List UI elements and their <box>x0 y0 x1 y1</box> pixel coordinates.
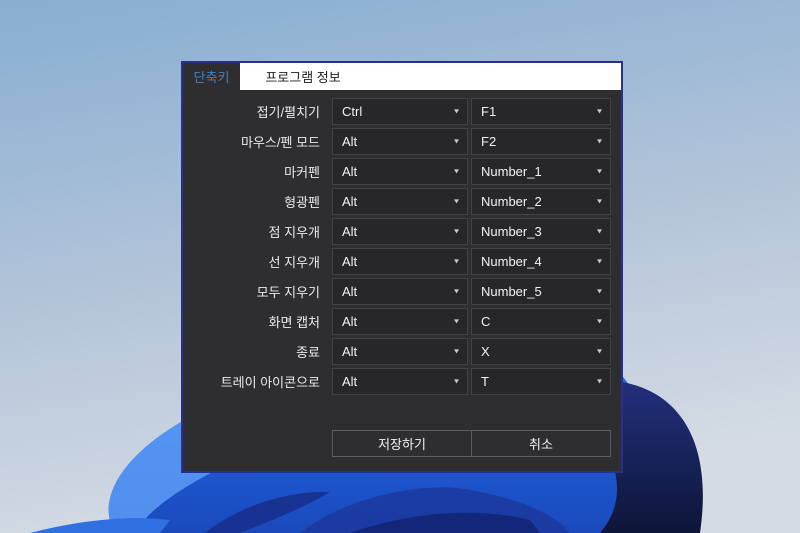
modifier-select[interactable]: Alt ▾ <box>332 368 468 395</box>
chevron-down-icon: ▾ <box>596 316 602 326</box>
key-value: Number_5 <box>481 284 542 299</box>
key-select[interactable]: Number_4 ▾ <box>471 248 611 275</box>
chevron-down-icon: ▾ <box>596 136 602 146</box>
key-select[interactable]: Number_2 ▾ <box>471 188 611 215</box>
chevron-down-icon: ▾ <box>453 316 459 326</box>
modifier-value: Alt <box>342 194 358 209</box>
desktop: 단축키 프로그램 정보 접기/펼치기 Ctrl ▾ F1 ▾ 마우스/펜 모드 … <box>0 0 800 533</box>
modifier-value: Alt <box>342 134 358 149</box>
chevron-down-icon: ▾ <box>453 136 459 146</box>
shortcut-label: 마우스/펜 모드 <box>241 135 320 150</box>
shortcut-label: 트레이 아이콘으로 <box>220 375 320 390</box>
modifier-value: Alt <box>342 374 358 389</box>
chevron-down-icon: ▾ <box>596 166 602 176</box>
key-value: F2 <box>481 134 497 149</box>
chevron-down-icon: ▾ <box>453 226 459 236</box>
shortcut-row: 모두 지우기 Alt ▾ Number_5 ▾ <box>183 278 621 305</box>
shortcut-row: 점 지우개 Alt ▾ Number_3 ▾ <box>183 218 621 245</box>
shortcut-row: 접기/펼치기 Ctrl ▾ F1 ▾ <box>183 98 621 125</box>
modifier-value: Alt <box>342 224 358 239</box>
modifier-value: Alt <box>342 284 358 299</box>
modifier-select[interactable]: Alt ▾ <box>332 338 468 365</box>
chevron-down-icon: ▾ <box>596 256 602 266</box>
modifier-select[interactable]: Alt ▾ <box>332 158 468 185</box>
modifier-select[interactable]: Ctrl ▾ <box>332 98 468 125</box>
shortcut-label: 마커펜 <box>284 165 320 180</box>
modifier-select[interactable]: Alt ▾ <box>332 218 468 245</box>
key-select[interactable]: F2 ▾ <box>471 128 611 155</box>
chevron-down-icon: ▾ <box>453 256 459 266</box>
shortcut-rows: 접기/펼치기 Ctrl ▾ F1 ▾ 마우스/펜 모드 Alt ▾ F2 ▾ 마… <box>183 90 621 457</box>
shortcut-row: 마우스/펜 모드 Alt ▾ F2 ▾ <box>183 128 621 155</box>
dialog-actions: 저장하기 취소 <box>332 430 611 457</box>
modifier-value: Ctrl <box>342 104 363 119</box>
key-value: Number_3 <box>481 224 542 239</box>
modifier-value: Alt <box>342 254 358 269</box>
modifier-value: Alt <box>342 164 358 179</box>
shortcut-row: 트레이 아이콘으로 Alt ▾ T ▾ <box>183 368 621 395</box>
key-value: Number_2 <box>481 194 542 209</box>
shortcut-label: 형광펜 <box>284 195 320 210</box>
shortcut-label: 점 지우개 <box>268 225 320 240</box>
modifier-select[interactable]: Alt ▾ <box>332 248 468 275</box>
shortcut-label: 화면 캡처 <box>268 315 320 330</box>
tab-bar: 단축키 프로그램 정보 <box>183 63 621 90</box>
shortcut-row: 형광펜 Alt ▾ Number_2 ▾ <box>183 188 621 215</box>
chevron-down-icon: ▾ <box>453 286 459 296</box>
key-value: X <box>481 344 490 359</box>
cancel-button[interactable]: 취소 <box>471 430 611 457</box>
modifier-select[interactable]: Alt ▾ <box>332 278 468 305</box>
chevron-down-icon: ▾ <box>596 106 602 116</box>
key-select[interactable]: T ▾ <box>471 368 611 395</box>
shortcut-row: 선 지우개 Alt ▾ Number_4 ▾ <box>183 248 621 275</box>
chevron-down-icon: ▾ <box>596 286 602 296</box>
shortcut-row: 마커펜 Alt ▾ Number_1 ▾ <box>183 158 621 185</box>
key-value: Number_1 <box>481 164 542 179</box>
key-select[interactable]: F1 ▾ <box>471 98 611 125</box>
modifier-value: Alt <box>342 314 358 329</box>
key-select[interactable]: Number_3 ▾ <box>471 218 611 245</box>
save-button[interactable]: 저장하기 <box>332 430 472 457</box>
modifier-select[interactable]: Alt ▾ <box>332 188 468 215</box>
shortcut-label: 종료 <box>296 345 320 360</box>
modifier-select[interactable]: Alt ▾ <box>332 128 468 155</box>
shortcut-label: 모두 지우기 <box>256 285 320 300</box>
key-value: T <box>481 374 489 389</box>
tab-shortcuts[interactable]: 단축키 <box>183 63 240 90</box>
chevron-down-icon: ▾ <box>596 196 602 206</box>
chevron-down-icon: ▾ <box>596 376 602 386</box>
shortcut-row: 화면 캡처 Alt ▾ C ▾ <box>183 308 621 335</box>
key-select[interactable]: Number_1 ▾ <box>471 158 611 185</box>
key-value: Number_4 <box>481 254 542 269</box>
key-value: C <box>481 314 491 329</box>
key-select[interactable]: Number_5 ▾ <box>471 278 611 305</box>
chevron-down-icon: ▾ <box>453 376 459 386</box>
shortcut-label: 접기/펼치기 <box>256 105 320 120</box>
tab-program-info[interactable]: 프로그램 정보 <box>240 63 366 90</box>
key-select[interactable]: X ▾ <box>471 338 611 365</box>
modifier-select[interactable]: Alt ▾ <box>332 308 468 335</box>
chevron-down-icon: ▾ <box>596 346 602 356</box>
shortcut-row: 종료 Alt ▾ X ▾ <box>183 338 621 365</box>
modifier-value: Alt <box>342 344 358 359</box>
shortcut-label: 선 지우개 <box>268 255 320 270</box>
key-value: F1 <box>481 104 497 119</box>
chevron-down-icon: ▾ <box>453 166 459 176</box>
key-select[interactable]: C ▾ <box>471 308 611 335</box>
chevron-down-icon: ▾ <box>453 106 459 116</box>
chevron-down-icon: ▾ <box>453 346 459 356</box>
shortcut-settings-dialog: 단축키 프로그램 정보 접기/펼치기 Ctrl ▾ F1 ▾ 마우스/펜 모드 … <box>181 61 623 473</box>
chevron-down-icon: ▾ <box>453 196 459 206</box>
chevron-down-icon: ▾ <box>596 226 602 236</box>
